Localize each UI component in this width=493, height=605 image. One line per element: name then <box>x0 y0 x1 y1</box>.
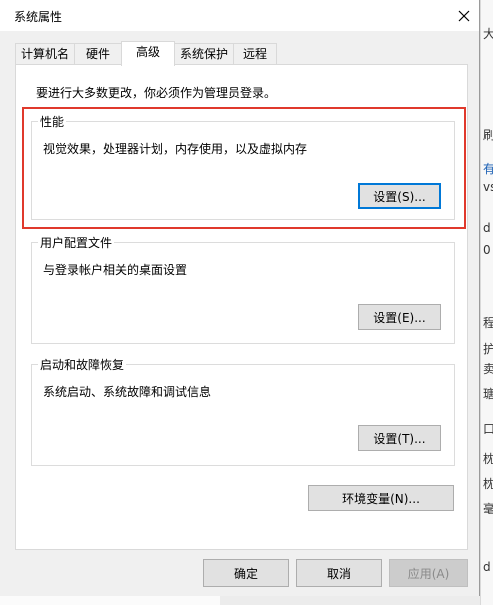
background-text: 毫 <box>483 500 493 517</box>
tab-advanced[interactable]: 高级 <box>121 41 175 66</box>
startup-recovery-label: 启动和故障恢复 <box>38 356 127 373</box>
title-bar[interactable]: 系统属性 <box>0 0 479 31</box>
screen: 大 刷 有 vs d 0 程 护 卖 瑭 口 枕 枕 毫 d 系统属性 <box>0 0 493 605</box>
background-text: vs <box>483 180 493 194</box>
tab-hardware[interactable]: 硬件 <box>74 43 122 64</box>
background-text: 有 <box>483 160 493 177</box>
background-text: 瑭 <box>483 385 493 402</box>
window-title: 系统属性 <box>14 10 63 24</box>
tab-computer-name[interactable]: 计算机名 <box>15 43 75 64</box>
background-text: d <box>483 560 491 574</box>
background-window-bottom <box>0 596 480 605</box>
ok-button[interactable]: 确定 <box>203 559 289 587</box>
background-text: 大 <box>483 25 493 42</box>
performance-description: 视觉效果，处理器计划，内存使用，以及虚拟内存 <box>43 142 308 156</box>
background-text: 0 <box>483 243 491 257</box>
tab-system-protection[interactable]: 系统保护 <box>174 43 234 64</box>
startup-recovery-settings-button[interactable]: 设置(T)... <box>358 425 441 451</box>
background-text: 枕 <box>483 450 493 467</box>
background-panel <box>0 596 220 605</box>
user-profiles-description: 与登录帐户相关的桌面设置 <box>43 263 188 277</box>
close-button[interactable] <box>449 1 479 30</box>
cancel-button[interactable]: 取消 <box>296 559 382 587</box>
performance-label: 性能 <box>38 113 67 130</box>
background-window: 大 刷 有 vs d 0 程 护 卖 瑭 口 枕 枕 毫 d <box>480 0 493 605</box>
close-icon <box>458 10 470 21</box>
apply-button[interactable]: 应用(A) <box>389 559 468 587</box>
admin-notice: 要进行大多数更改，你必须作为管理员登录。 <box>36 86 277 100</box>
background-text: 卖 <box>483 360 493 377</box>
tab-remote[interactable]: 远程 <box>233 43 277 64</box>
user-profiles-label: 用户配置文件 <box>38 234 115 251</box>
background-text: 刷 <box>483 126 493 143</box>
environment-variables-button[interactable]: 环境变量(N)... <box>308 485 454 511</box>
startup-recovery-description: 系统启动、系统故障和调试信息 <box>43 385 212 399</box>
background-text: 程 <box>483 314 493 331</box>
background-text: 枕 <box>483 475 493 492</box>
background-text: 护 <box>483 340 493 357</box>
background-text: 口 <box>483 420 493 437</box>
system-properties-dialog: 系统属性 计算机名 硬件 高级 系统保护 远程 要进行大多数更改，你必须作为管理… <box>0 0 480 596</box>
background-text: d <box>483 221 491 235</box>
user-profiles-settings-button[interactable]: 设置(E)... <box>358 304 441 330</box>
performance-settings-button[interactable]: 设置(S)... <box>358 183 441 209</box>
